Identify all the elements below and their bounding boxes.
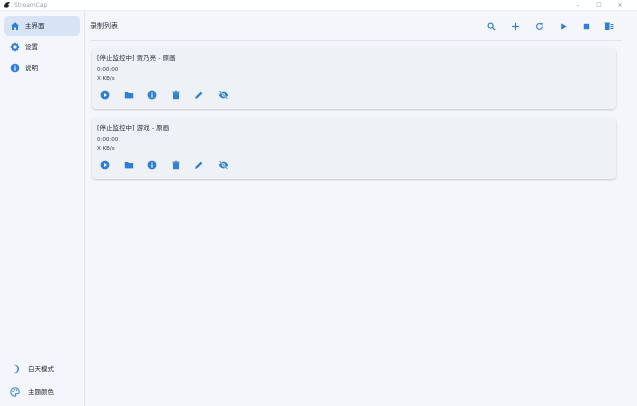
minimize-icon: –: [576, 2, 580, 9]
app-logo-icon: [3, 1, 11, 9]
refresh-icon: [535, 22, 544, 31]
refresh-button[interactable]: [533, 20, 545, 32]
visibility-off-icon: [218, 90, 229, 100]
theme-mode-label: 白天模式: [28, 365, 54, 373]
edit-icon: [194, 160, 204, 170]
card-delete-button[interactable]: [171, 90, 181, 100]
recording-card: [停止监控中] 贾乃亮 - 原画 0:00:00 X KB/s: [92, 48, 616, 109]
delete-icon: [171, 90, 181, 100]
card-title: [停止监控中] 贾乃亮 - 原画: [97, 54, 176, 62]
card-hide-button[interactable]: [218, 90, 228, 100]
add-icon: [511, 22, 520, 31]
visibility-off-icon: [218, 160, 229, 170]
main-content: 录制列表 [停止监控中] 贾乃亮 - 原画 0:00:00 X KB/s [停止…: [86, 11, 637, 406]
sidebar-item-label: 说明: [25, 64, 38, 72]
header-divider: [90, 40, 622, 41]
theme-color-button[interactable]: 主题颜色: [4, 382, 80, 402]
card-info-button[interactable]: [147, 90, 157, 100]
start-all-button[interactable]: [557, 20, 569, 32]
card-duration: 0:00:00: [97, 137, 119, 143]
maximize-button[interactable]: ☐: [589, 0, 609, 11]
info-icon: [147, 160, 157, 170]
card-edit-button[interactable]: [194, 160, 204, 170]
maximize-icon: ☐: [596, 2, 602, 9]
page-title: 录制列表: [90, 22, 118, 30]
folder-icon: [124, 160, 134, 170]
play-icon: [559, 22, 568, 31]
moon-icon: [10, 364, 20, 374]
card-edit-button[interactable]: [194, 90, 204, 100]
home-icon: [10, 21, 20, 31]
card-play-button[interactable]: [100, 90, 110, 100]
sidebar-item-label: 设置: [25, 43, 38, 51]
card-open-folder-button[interactable]: [124, 90, 134, 100]
info-icon: [147, 90, 157, 100]
search-icon: [486, 21, 496, 31]
card-duration: 0:00:00: [97, 67, 119, 73]
card-open-folder-button[interactable]: [124, 160, 134, 170]
palette-icon: [10, 387, 20, 397]
recording-card: [停止监控中] 游戏 - 原画 0:00:00 X KB/s: [92, 118, 616, 179]
app-title: StreamCap: [14, 2, 48, 9]
delete-icon: [171, 160, 181, 170]
title-bar: StreamCap – ☐ ✕: [0, 0, 637, 11]
delete-all-button[interactable]: [603, 20, 615, 32]
folder-icon: [124, 90, 134, 100]
close-icon: ✕: [617, 2, 623, 9]
info-icon: [10, 63, 20, 73]
sidebar: 主界面 设置 说明 白天模式 主题颜色: [0, 11, 85, 406]
close-button[interactable]: ✕: [610, 0, 630, 11]
theme-color-label: 主题颜色: [28, 388, 54, 396]
play-circle-icon: [100, 90, 110, 100]
sidebar-item-label: 主界面: [25, 22, 45, 30]
card-delete-button[interactable]: [171, 160, 181, 170]
search-button[interactable]: [485, 20, 497, 32]
stop-all-button[interactable]: [580, 20, 592, 32]
delete-all-icon: [604, 21, 614, 31]
card-info-button[interactable]: [147, 160, 157, 170]
minimize-button[interactable]: –: [568, 0, 588, 11]
gear-icon: [10, 42, 20, 52]
card-speed: X KB/s: [97, 146, 115, 152]
theme-mode-toggle[interactable]: 白天模式: [4, 359, 80, 379]
sidebar-item-home[interactable]: 主界面: [4, 16, 80, 36]
card-play-button[interactable]: [100, 160, 110, 170]
add-button[interactable]: [509, 20, 521, 32]
card-speed: X KB/s: [97, 76, 115, 82]
sidebar-item-about[interactable]: 说明: [4, 58, 80, 78]
edit-icon: [194, 90, 204, 100]
sidebar-item-settings[interactable]: 设置: [4, 37, 80, 57]
card-hide-button[interactable]: [218, 160, 228, 170]
card-title: [停止监控中] 游戏 - 原画: [97, 124, 170, 132]
play-circle-icon: [100, 160, 110, 170]
stop-icon: [582, 22, 591, 31]
